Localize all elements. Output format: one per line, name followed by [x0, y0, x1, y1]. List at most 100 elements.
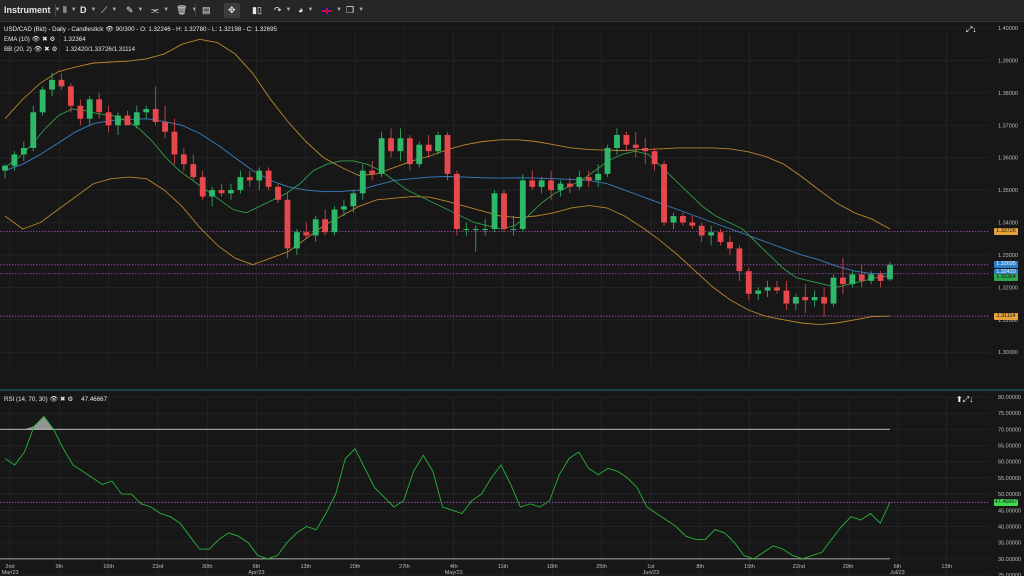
candle-down [585, 177, 592, 181]
eye-icon[interactable]: 👁 [32, 35, 40, 43]
share-menu[interactable]: ↷ ▼ [274, 3, 292, 18]
timeframe-label: D [80, 5, 87, 15]
close-icon[interactable]: ✖ [60, 395, 65, 403]
palette-icon: ◕ [298, 5, 304, 15]
timeframe-menu[interactable]: D ▼ [80, 3, 96, 18]
draw-line-menu[interactable]: ⟋ ▼ [101, 3, 117, 18]
candle-up [2, 165, 8, 171]
x-tick-label: 23rd [152, 564, 163, 570]
candle-down [162, 122, 168, 132]
candle-up [538, 180, 545, 187]
ohlc-stats: 90/300 - O: 1.32246 - H: 1.32780 - L: 1.… [115, 25, 277, 33]
candle-up [11, 154, 18, 166]
window-menu[interactable]: ❐ ▼ [346, 3, 364, 18]
toolbar-divider [195, 4, 196, 17]
candle-up [397, 138, 404, 152]
rsi-y-tick-label: 55.00000 [998, 476, 1021, 482]
x-tick-label: 11th [498, 564, 508, 570]
candle-down [199, 177, 206, 197]
candle-down [745, 271, 752, 294]
x-tick-label: 18th [547, 564, 558, 570]
candle-up [435, 134, 442, 152]
candle-down [642, 147, 649, 152]
candle-up [868, 274, 875, 281]
candle-down [77, 105, 84, 119]
x-tick-label: 13th [300, 564, 311, 570]
candle-down [548, 180, 554, 191]
candle-down [190, 164, 197, 178]
candle-up [312, 219, 319, 236]
candle-down [529, 180, 536, 187]
candle-down [689, 222, 696, 226]
candle-down [444, 134, 451, 174]
line-tool-icon: ⟋ [101, 5, 108, 15]
candle-up [331, 209, 338, 233]
gear-icon[interactable]: ⚙ [67, 395, 73, 403]
x-tick-label: 29th [843, 564, 854, 570]
candle-up [30, 112, 37, 148]
candle-up [350, 193, 357, 207]
gear-icon[interactable]: ⚙ [52, 45, 58, 53]
chart-type-menu[interactable]: ⫴ ▼ [63, 3, 77, 18]
rsi-y-tick-label: 50.00000 [998, 492, 1021, 498]
eye-icon[interactable]: 👁 [105, 25, 113, 33]
candle-down [425, 144, 432, 152]
candle-up [849, 274, 856, 285]
bollinger-bands [4, 38, 891, 326]
candle-down [802, 297, 809, 301]
instrument-menu[interactable]: Instrument ▼ [4, 3, 60, 18]
candle-down [566, 183, 573, 187]
candle-down [322, 219, 329, 233]
candle-up [39, 89, 46, 113]
axis-labels: 1.300001.310001.320001.330001.340001.350… [1, 26, 1021, 576]
candle-down [171, 131, 178, 155]
crosshair-button[interactable]: ✥ [224, 3, 240, 18]
candle-up [708, 232, 715, 236]
candle-down [388, 138, 394, 152]
x-tick-label: 15th [744, 564, 755, 570]
candle-down [679, 216, 686, 223]
ema-label: EMA (10) [4, 35, 30, 43]
candle-up [463, 228, 470, 230]
rsi-y-tick-label: 40.00000 [998, 524, 1021, 530]
close-icon[interactable]: ✖ [42, 35, 47, 43]
candle-down [821, 297, 828, 304]
rsi-plot [0, 415, 990, 560]
gear-icon[interactable]: ⚙ [50, 35, 56, 43]
x-tick-label: 22nd [793, 564, 805, 570]
candle-down [152, 109, 159, 123]
candle-up [755, 290, 762, 294]
x-tick-label: 16th [103, 564, 114, 570]
candle-down [717, 232, 724, 242]
x-tick-label: Jun/23 [643, 570, 660, 576]
indicators-menu[interactable]: ⫘ ▼ [151, 3, 169, 18]
share-icon: ↷ [274, 5, 282, 15]
candle-up [341, 206, 347, 210]
candle-up [49, 79, 55, 90]
rsi-pane-controls-icon[interactable]: ⬆⤢↓ [956, 395, 973, 405]
candle-down [284, 199, 291, 249]
y-tick-label: 1.35000 [998, 188, 1018, 194]
bar-chart-button[interactable]: ▮▯ [252, 3, 262, 18]
candle-down [67, 86, 74, 106]
maximize-pane-icon[interactable]: ⤢↓ [966, 25, 976, 35]
crosshair-icon: ✥ [228, 5, 236, 15]
candle-down [840, 277, 846, 285]
candle-down [661, 164, 667, 223]
candle-down [275, 186, 281, 200]
chart-canvas[interactable]: 1.300001.310001.320001.330001.340001.350… [0, 22, 1024, 576]
theme-menu[interactable]: ◕ ▼ [298, 3, 313, 18]
pencil-menu[interactable]: ✎ ▼ [126, 3, 144, 18]
eye-icon[interactable]: 👁 [50, 395, 58, 403]
candle-down [105, 112, 112, 126]
price-tag: 1.33726 [994, 227, 1018, 235]
candle-up [792, 297, 799, 304]
candle-up [293, 232, 300, 249]
eye-icon[interactable]: 👁 [34, 45, 42, 53]
candle-down [858, 274, 865, 281]
close-icon[interactable]: ✖ [44, 45, 49, 53]
language-menu[interactable]: ▼ [322, 3, 342, 18]
candle-down [58, 79, 65, 87]
layout-button[interactable]: ▤ [202, 3, 211, 18]
candle-down [406, 138, 413, 165]
